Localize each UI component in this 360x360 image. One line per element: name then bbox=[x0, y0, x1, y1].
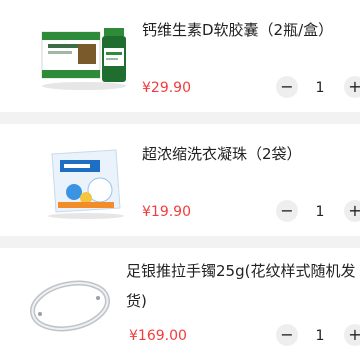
vitamin-box-icon bbox=[41, 28, 126, 90]
decrease-quantity-button[interactable]: − bbox=[276, 76, 298, 98]
quantity-stepper: − 1 + bbox=[276, 324, 360, 348]
product-title[interactable]: 超浓缩洗衣凝珠（2袋） bbox=[142, 140, 356, 168]
increase-quantity-button[interactable]: + bbox=[344, 76, 360, 98]
product-image[interactable] bbox=[24, 262, 116, 346]
quantity-value: 1 bbox=[315, 204, 325, 220]
decrease-quantity-button[interactable]: − bbox=[276, 200, 298, 222]
product-price: ¥19.90 bbox=[142, 204, 191, 220]
decrease-quantity-button[interactable]: − bbox=[276, 324, 298, 346]
cart-item[interactable]: 钙维生素D软胶囊（2瓶/盒） ¥29.90 − 1 + bbox=[0, 0, 360, 112]
increase-quantity-button[interactable]: + bbox=[344, 324, 360, 346]
product-title[interactable]: 足银推拉手镯25g(花纹样式随机发货) bbox=[126, 256, 356, 316]
quantity-stepper: − 1 + bbox=[276, 76, 360, 100]
cart-item[interactable]: 超浓缩洗衣凝珠（2袋） ¥19.90 − 1 + bbox=[0, 124, 360, 236]
quantity-value: 1 bbox=[315, 328, 325, 344]
product-image[interactable] bbox=[38, 14, 130, 98]
increase-quantity-button[interactable]: + bbox=[344, 200, 360, 222]
product-price: ¥29.90 bbox=[142, 80, 191, 96]
silver-bracelet-icon bbox=[30, 280, 110, 332]
detergent-bag-icon bbox=[48, 149, 124, 219]
product-title[interactable]: 钙维生素D软胶囊（2瓶/盒） bbox=[142, 16, 356, 44]
product-price: ¥169.00 bbox=[129, 328, 187, 344]
product-image[interactable] bbox=[38, 138, 130, 222]
quantity-value: 1 bbox=[315, 80, 325, 96]
cart-item[interactable]: 足银推拉手镯25g(花纹样式随机发货) ¥169.00 − 1 + bbox=[0, 248, 360, 360]
quantity-stepper: − 1 + bbox=[276, 200, 360, 224]
